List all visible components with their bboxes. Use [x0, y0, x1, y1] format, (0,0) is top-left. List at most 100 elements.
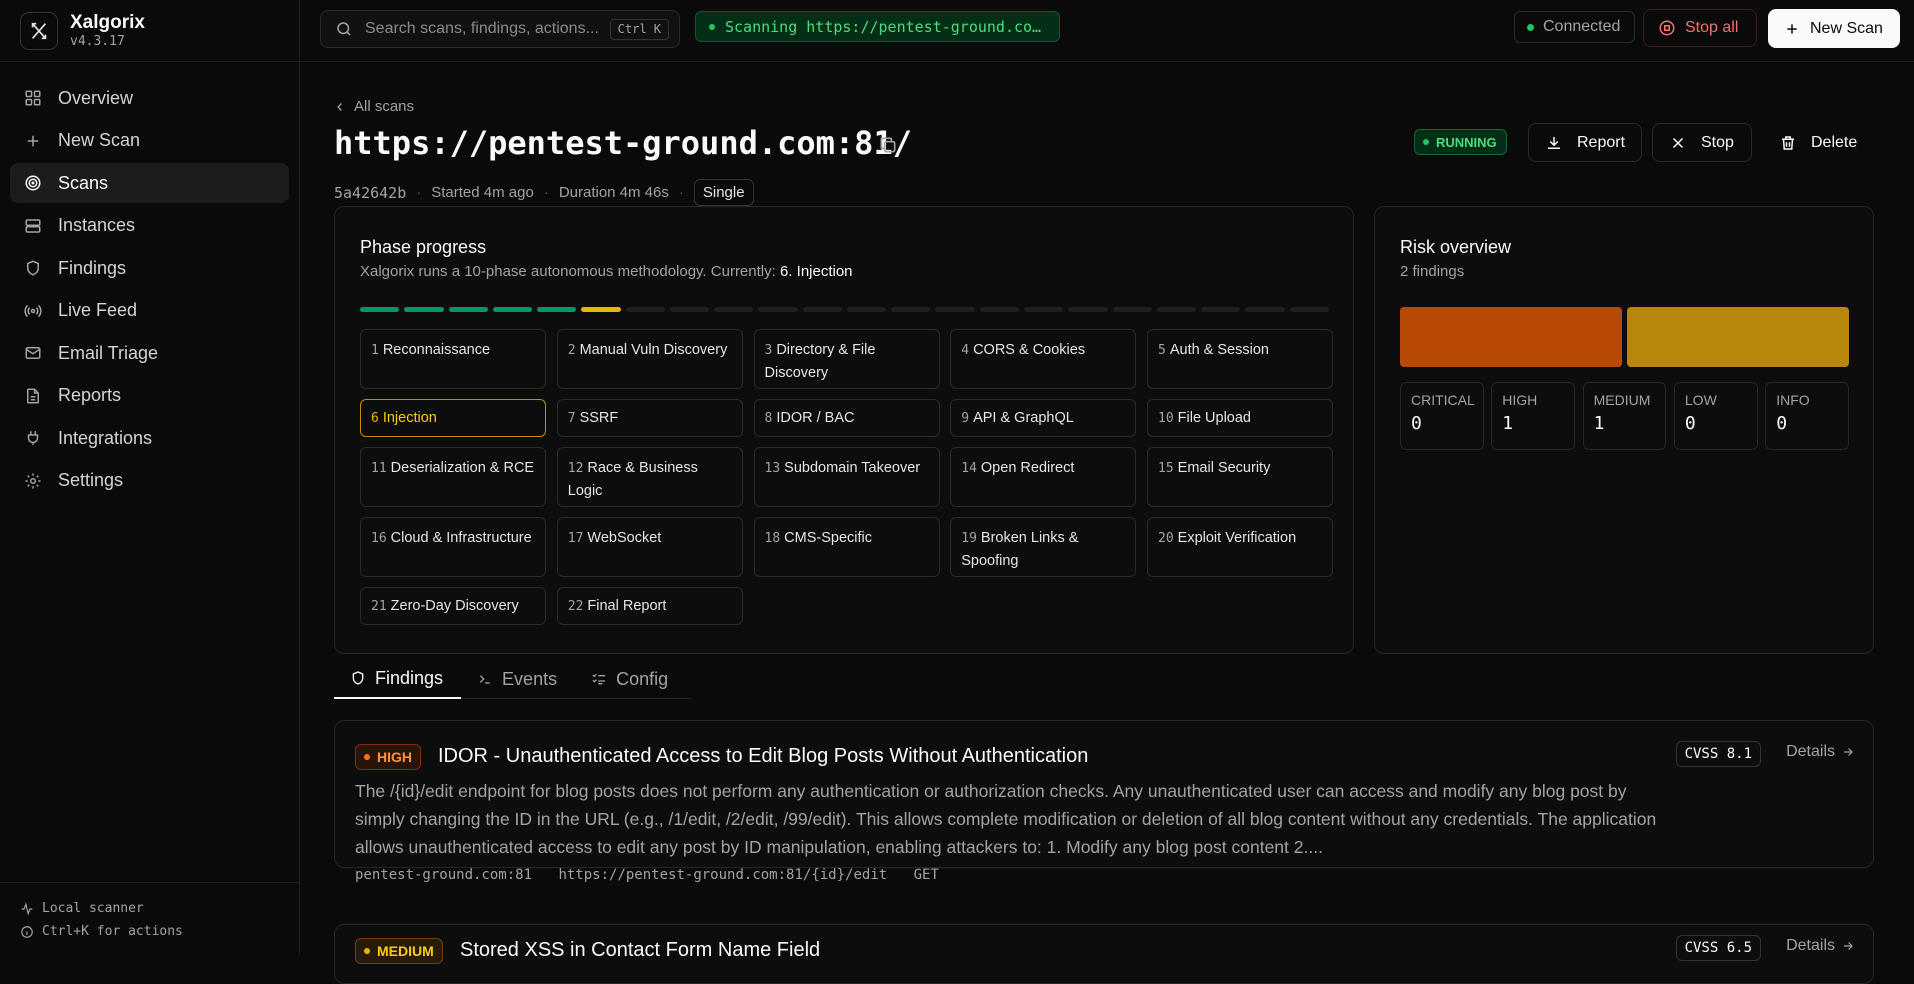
progress-segment — [360, 307, 400, 312]
delete-button[interactable]: Delete — [1762, 123, 1874, 162]
phase-name: Exploit Verification — [1177, 530, 1297, 546]
details-label: Details — [1786, 937, 1835, 954]
sidebar-item-integrations[interactable]: Integrations — [10, 418, 289, 458]
sidebar-item-new-scan[interactable]: New Scan — [10, 121, 289, 161]
sidebar-item-label: New Scan — [58, 130, 141, 150]
stop-all-button[interactable]: Stop all — [1643, 9, 1757, 47]
finding-title[interactable]: IDOR - Unauthenticated Access to Edit Bl… — [438, 745, 1088, 768]
severity-label: MEDIUM — [1593, 392, 1651, 408]
progress-segment — [846, 307, 887, 312]
scan-mode-badge: Single — [693, 179, 754, 206]
tab-findings[interactable]: Findings — [334, 659, 462, 699]
server-icon — [25, 218, 41, 233]
risk-overview-title: Risk overview — [1400, 237, 1512, 257]
sidebar-footer: Local scanner Ctrl+K for actions — [0, 882, 300, 954]
radio-icon — [24, 304, 42, 317]
details-link[interactable]: Details — [1786, 743, 1855, 761]
progress-segment — [802, 307, 842, 312]
details-label: Details — [1786, 743, 1835, 760]
phase-grid: 1 Reconnaissance 2 Manual Vuln Discovery 3 Di… — [360, 329, 1333, 625]
phase-name: Cloud & Infrastructure — [390, 530, 532, 546]
sidebar-item-scans[interactable]: Scans — [10, 163, 289, 203]
details-link[interactable]: Details — [1786, 937, 1855, 955]
severity-counts: CRITICAL 0 HIGH 1 MEDIUM 1 LOW 0 INFO 0 — [1400, 382, 1849, 450]
close-icon — [1672, 137, 1684, 148]
sidebar-item-instances[interactable]: Instances — [10, 206, 289, 246]
grid-icon — [25, 90, 41, 106]
app-version: v4.3.17 — [70, 34, 125, 49]
topbar: Search scans, findings, actions... Ctrl … — [300, 0, 1914, 62]
finding-card[interactable]: MEDIUM Stored XSS in Contact Form Name F… — [334, 924, 1874, 984]
phase-name: Broken Links & Spoofing — [961, 530, 1079, 569]
sidebar: Xalgorix v4.3.17 Overview New Scan Scans… — [0, 0, 300, 954]
phase-item: 16 Cloud & Infrastructure — [360, 517, 546, 577]
phase-name: Subdomain Takeover — [784, 460, 921, 476]
phase-name: CMS-Specific — [784, 530, 872, 546]
sidebar-item-label: Findings — [58, 257, 127, 278]
search-icon — [337, 22, 351, 36]
target-icon — [25, 175, 41, 191]
tab-config[interactable]: Config — [575, 659, 686, 699]
phase-item: 6 Injection — [360, 399, 546, 437]
sidebar-item-reports[interactable]: Reports — [10, 376, 289, 416]
phase-number: 17 — [567, 531, 584, 546]
phase-name: SSRF — [579, 410, 619, 426]
report-button[interactable]: Report — [1528, 123, 1642, 162]
status-dot — [709, 23, 715, 30]
sidebar-item-email-triage[interactable]: Email Triage — [10, 333, 289, 373]
severity-label: HIGH — [1502, 392, 1538, 408]
status-dot — [1527, 23, 1534, 31]
finding-card[interactable]: HIGH IDOR - Unauthenticated Access to Ed… — [334, 720, 1874, 883]
back-link[interactable]: All scans — [334, 98, 414, 115]
phase-number: 16 — [371, 531, 387, 546]
terminal-icon — [479, 675, 490, 684]
severity-label: INFO — [1776, 392, 1810, 408]
finding-title[interactable]: Stored XSS in Contact Form Name Field — [460, 939, 820, 962]
risk-distribution-bar — [1400, 307, 1849, 367]
current-phase: 6. Injection — [779, 263, 853, 280]
list-check-icon — [592, 673, 606, 685]
progress-segment — [669, 307, 710, 312]
phase-item: 22 Final Report — [556, 587, 743, 625]
severity-badge: MEDIUM — [355, 938, 443, 964]
severity-value: 1 — [1593, 413, 1605, 434]
search-shortcut: Ctrl K — [609, 19, 669, 40]
risk-bar-high — [1400, 307, 1622, 367]
shortcut-hint: Ctrl+K for actions — [42, 924, 183, 939]
logo-icon — [20, 11, 58, 50]
severity-value: 0 — [1776, 413, 1788, 434]
shield-icon — [27, 260, 39, 276]
phase-item: 8 IDOR / BAC — [753, 399, 940, 437]
scanning-status[interactable]: Scanning https://pentest-ground.co… — [695, 11, 1060, 42]
phase-name: Email Security — [1177, 460, 1271, 476]
tab-label: Events — [502, 668, 558, 689]
sidebar-item-findings[interactable]: Findings — [10, 248, 289, 288]
search-input[interactable]: Search scans, findings, actions... Ctrl … — [320, 10, 680, 48]
phase-number: 19 — [961, 531, 977, 546]
phase-name: CORS & Cookies — [973, 342, 1086, 358]
severity-count-low: LOW 0 — [1673, 382, 1758, 450]
tab-events[interactable]: Events — [461, 659, 575, 699]
progress-segment — [1112, 307, 1152, 312]
stop-button[interactable]: Stop — [1652, 123, 1752, 162]
status-dot — [1423, 139, 1429, 145]
sidebar-item-settings[interactable]: Settings — [10, 461, 289, 501]
copy-icon[interactable] — [878, 135, 898, 155]
phase-name: Auth & Session — [1169, 342, 1269, 358]
new-scan-button[interactable]: New Scan — [1768, 9, 1900, 48]
phase-number: 10 — [1158, 411, 1174, 426]
sidebar-item-label: Instances — [58, 215, 136, 235]
progress-segment — [625, 307, 665, 312]
phase-item: 14 Open Redirect — [950, 447, 1137, 507]
risk-overview-subtitle: 2 findings — [1400, 263, 1465, 280]
sidebar-item-live-feed[interactable]: Live Feed — [10, 291, 289, 331]
sidebar-item-overview[interactable]: Overview — [10, 78, 289, 118]
cvss-badge: CVSS 6.5 — [1675, 935, 1761, 961]
phase-name: Reconnaissance — [382, 342, 491, 358]
severity-count-medium: MEDIUM 1 — [1582, 382, 1667, 450]
download-icon — [1548, 136, 1560, 149]
severity-label: HIGH — [377, 749, 412, 765]
risk-bar-medium — [1627, 307, 1849, 367]
phase-number: 11 — [371, 461, 387, 476]
tab-label: Findings — [375, 667, 444, 688]
